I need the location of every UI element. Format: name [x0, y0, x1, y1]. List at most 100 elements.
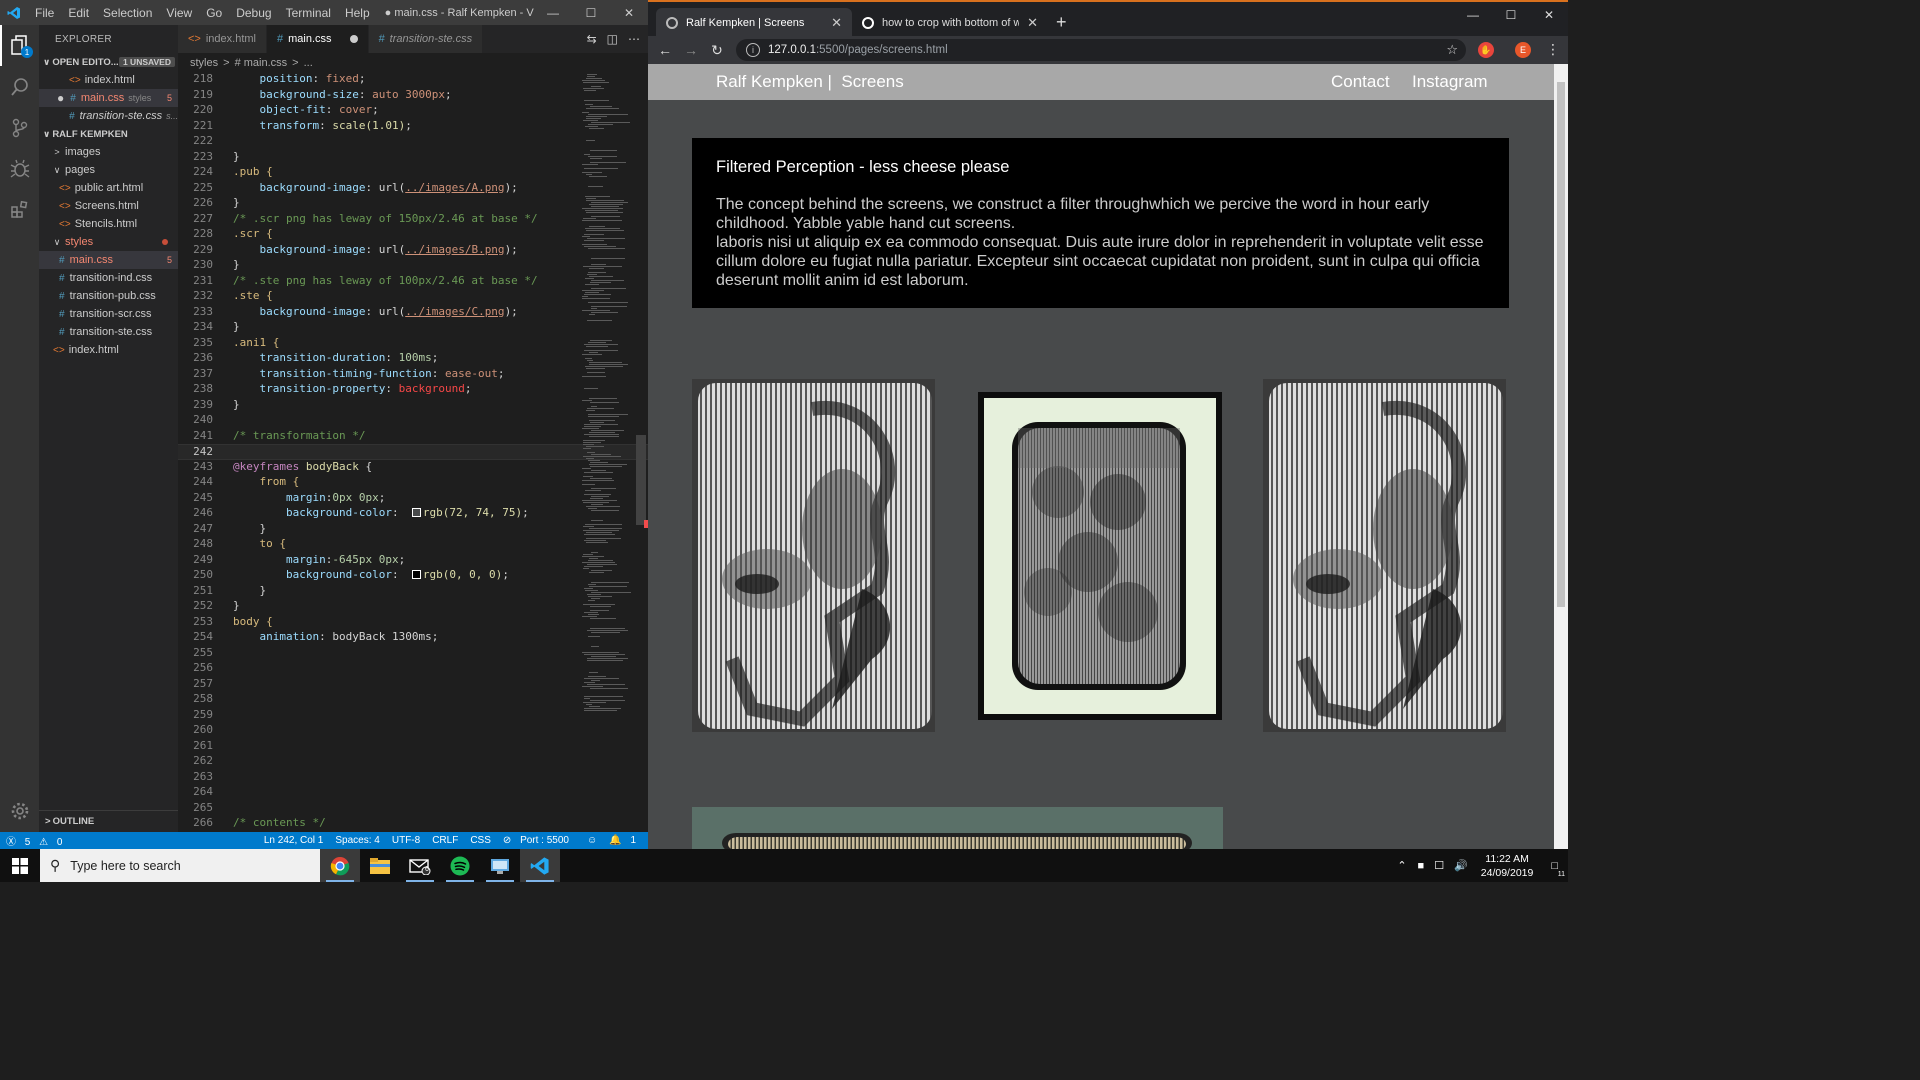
screen-artwork-photo[interactable]: [692, 807, 1223, 849]
close-tab-icon[interactable]: ✕: [831, 15, 842, 31]
tree-file[interactable]: # transition-pub.css: [39, 287, 178, 305]
source-control-icon[interactable]: [0, 107, 39, 148]
language-status[interactable]: CSS: [464, 835, 497, 846]
tab-main-css[interactable]: # main.css: [267, 25, 369, 53]
site-brand[interactable]: Ralf Kempken | Screens: [716, 72, 904, 92]
extensions-icon[interactable]: [0, 189, 39, 230]
menu-terminal[interactable]: Terminal: [279, 6, 338, 20]
close-tab-icon[interactable]: ✕: [1027, 15, 1038, 31]
tree-file[interactable]: <> Screens.html: [39, 197, 178, 215]
security-icon[interactable]: ■: [1413, 860, 1430, 872]
browser-tab-google[interactable]: how to crop with bottom of wind ✕: [852, 8, 1048, 38]
screen-artwork-photo[interactable]: [1263, 379, 1506, 732]
maximize-icon[interactable]: ☐: [1492, 4, 1530, 26]
tree-file[interactable]: # transition-ind.css: [39, 269, 178, 287]
tab-transition-ste-css[interactable]: # transition-ste.css: [368, 25, 484, 53]
info-icon[interactable]: i: [746, 43, 760, 57]
open-editors-header[interactable]: ∨ OPEN EDITO... 1 UNSAVED: [39, 53, 178, 71]
minimize-icon[interactable]: —: [534, 0, 572, 25]
tree-file[interactable]: <> index.html: [39, 341, 178, 359]
chrome-menu-icon[interactable]: ⋮: [1546, 41, 1560, 58]
remote-desktop-icon[interactable]: [480, 849, 520, 882]
screen-artwork-photo[interactable]: [692, 379, 935, 732]
tree-file[interactable]: # main.css 5: [39, 251, 178, 269]
search-icon[interactable]: [0, 66, 39, 107]
cursor-position[interactable]: Ln 242, Col 1: [258, 835, 330, 846]
encoding-status[interactable]: UTF-8: [386, 835, 426, 846]
menu-help[interactable]: Help: [338, 6, 377, 20]
network-icon[interactable]: ☐: [1429, 859, 1449, 872]
live-server-status[interactable]: ⊘ Port : 5500: [497, 835, 581, 846]
tab-index-html[interactable]: <> index.html: [178, 25, 267, 53]
outline-header[interactable]: > OUTLINE: [39, 810, 178, 832]
chevron-up-icon[interactable]: ⌃: [1391, 859, 1412, 872]
minimap-line: [591, 122, 630, 123]
reload-icon[interactable]: ↻: [704, 42, 730, 59]
menu-edit[interactable]: Edit: [61, 6, 96, 20]
breadcrumb-item[interactable]: styles: [190, 57, 218, 69]
menu-selection[interactable]: Selection: [96, 6, 159, 20]
windows-start-icon[interactable]: [0, 849, 40, 882]
breadcrumb-item[interactable]: # main.css: [235, 57, 288, 69]
chrome-taskbar-icon[interactable]: [320, 849, 360, 882]
unsaved-dot-icon[interactable]: [349, 35, 358, 43]
new-tab-icon[interactable]: +: [1056, 12, 1067, 33]
menu-debug[interactable]: Debug: [229, 6, 278, 20]
bookmark-star-icon[interactable]: ☆: [1446, 42, 1458, 58]
open-editor-item[interactable]: <> index.html: [39, 71, 178, 89]
menu-view[interactable]: View: [159, 6, 199, 20]
split-editor-icon[interactable]: ◫: [607, 32, 618, 46]
editor-scrollbar[interactable]: [636, 435, 646, 525]
maximize-icon[interactable]: ☐: [572, 0, 610, 25]
address-bar[interactable]: i 127.0.0.1:5500/pages/screens.html ☆: [736, 39, 1466, 61]
tree-folder-pages[interactable]: ∨ pages: [39, 161, 178, 179]
open-editor-item[interactable]: ● # main.css styles 5: [39, 89, 178, 107]
indentation-status[interactable]: Spaces: 4: [329, 835, 385, 846]
tree-folder-styles[interactable]: ∨ styles: [39, 233, 178, 251]
close-icon[interactable]: ✕: [610, 0, 648, 25]
tree-folder-images[interactable]: > images: [39, 143, 178, 161]
explorer-icon[interactable]: 1: [0, 25, 39, 66]
open-editor-item[interactable]: # transition-ste.css s...: [39, 107, 178, 125]
file-explorer-icon[interactable]: [360, 849, 400, 882]
settings-gear-icon[interactable]: [0, 796, 39, 826]
unsaved-dot-icon[interactable]: ●: [57, 91, 64, 105]
code-editor[interactable]: 218 position: fixed; 219 background-size…: [178, 72, 648, 832]
tree-file[interactable]: # transition-scr.css: [39, 305, 178, 323]
color-swatch[interactable]: [411, 570, 421, 579]
problems-status[interactable]: Ⓧ 5 ⚠ 0: [0, 833, 74, 848]
menu-file[interactable]: File: [28, 6, 61, 20]
browser-tab-screens[interactable]: Ralf Kempken | Screens ✕: [656, 8, 852, 38]
volume-icon[interactable]: 🔊: [1449, 859, 1473, 872]
action-center-icon[interactable]: □ 11: [1541, 860, 1568, 878]
page-scrollbar-thumb[interactable]: [1557, 82, 1565, 607]
close-icon[interactable]: ✕: [1530, 4, 1568, 26]
taskbar-search-box[interactable]: ⚲ Type here to search: [40, 849, 320, 882]
tree-file[interactable]: # transition-ste.css: [39, 323, 178, 341]
bell-icon[interactable]: 🔔 1: [603, 835, 648, 846]
breadcrumb-item[interactable]: ...: [304, 57, 313, 69]
nav-contact[interactable]: Contact: [1331, 72, 1390, 92]
more-actions-icon[interactable]: ⋯: [628, 32, 640, 46]
mail-icon[interactable]: 6: [400, 849, 440, 882]
debug-icon[interactable]: [0, 148, 39, 189]
nav-instagram[interactable]: Instagram: [1412, 72, 1488, 92]
project-header[interactable]: ∨ RALF KEMPKEN: [39, 125, 178, 143]
minimize-icon[interactable]: —: [1454, 4, 1492, 26]
smiley-icon[interactable]: ☺: [581, 835, 603, 846]
extension-icon[interactable]: ✋: [1478, 42, 1494, 58]
back-icon[interactable]: ←: [652, 42, 678, 58]
minimap[interactable]: [582, 72, 634, 832]
profile-avatar[interactable]: E: [1515, 42, 1531, 58]
compare-icon[interactable]: ⇆: [587, 32, 597, 46]
vscode-taskbar-icon[interactable]: [520, 849, 560, 882]
tree-file[interactable]: <> public art.html: [39, 179, 178, 197]
color-swatch[interactable]: [411, 508, 421, 517]
spotify-icon[interactable]: [440, 849, 480, 882]
clock[interactable]: 11:22 AM 24/09/2019: [1473, 852, 1542, 880]
tree-file[interactable]: <> Stencils.html: [39, 215, 178, 233]
eol-status[interactable]: CRLF: [426, 835, 464, 846]
menu-go[interactable]: Go: [199, 6, 229, 20]
screen-artwork-photo[interactable]: [978, 392, 1222, 720]
forward-icon[interactable]: →: [678, 42, 704, 58]
